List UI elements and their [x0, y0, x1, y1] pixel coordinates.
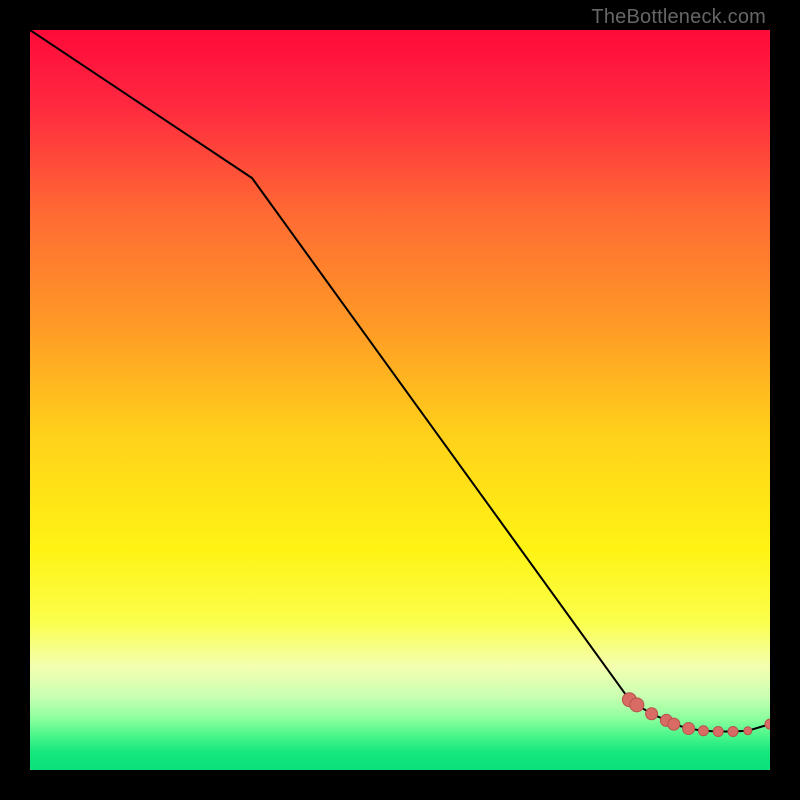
data-point [698, 726, 708, 736]
chart-stage: TheBottleneck.com [0, 0, 800, 800]
data-point [728, 727, 738, 737]
data-point [713, 727, 723, 737]
data-point [630, 698, 644, 712]
chart-overlay [30, 30, 770, 770]
bottleneck-curve [30, 30, 770, 732]
data-point [744, 727, 752, 735]
data-point [668, 718, 680, 730]
plot-area [30, 30, 770, 770]
data-point [765, 719, 770, 729]
watermark-text: TheBottleneck.com [591, 6, 766, 29]
data-point [683, 723, 695, 735]
data-point [646, 708, 658, 720]
